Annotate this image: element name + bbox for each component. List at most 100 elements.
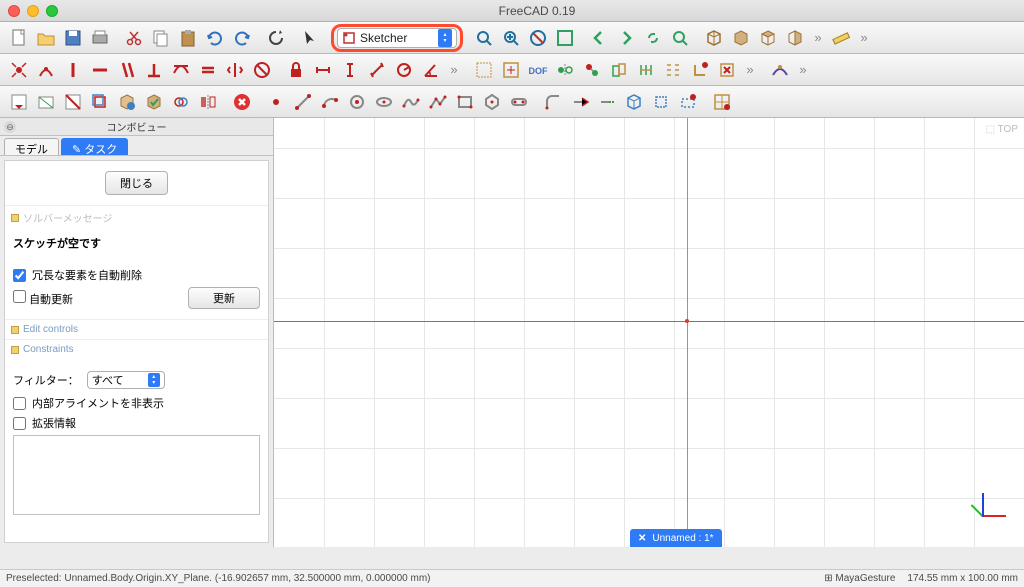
merge-sketch-icon[interactable] [168,89,194,115]
filter-select[interactable]: すべて ▴▾ [87,371,165,389]
move-geom-icon[interactable] [633,57,659,83]
clone-icon[interactable] [579,57,605,83]
constraint-perpendicular-icon[interactable] [141,57,167,83]
view-section-icon[interactable] [60,89,86,115]
open-file-icon[interactable] [33,25,59,51]
minimize-window-button[interactable] [27,5,39,17]
bspline-degree-icon[interactable] [767,57,793,83]
nav-back-icon[interactable] [586,25,612,51]
cursor-icon[interactable] [297,25,323,51]
nav-cube[interactable]: ⬚ TOP [986,124,1018,135]
nav-style[interactable]: ⊞ MayaGesture [824,573,895,584]
tab-task[interactable]: ✎ タスク [61,138,128,155]
create-ellipse-icon[interactable] [371,89,397,115]
constraint-vertical-icon[interactable] [60,57,86,83]
extended-info-checkbox[interactable] [13,417,26,430]
measure-icon[interactable] [828,25,854,51]
undo-icon[interactable] [202,25,228,51]
right-view-icon[interactable] [782,25,808,51]
redo-icon[interactable] [229,25,255,51]
toolbar-overflow-2-icon[interactable]: » [855,25,873,51]
edit-controls-section[interactable]: Edit controls [5,319,268,339]
constraints-section[interactable]: Constraints [5,339,268,359]
reorient-icon[interactable] [114,89,140,115]
paste-icon[interactable] [175,25,201,51]
zoom-in-icon[interactable] [498,25,524,51]
constraint-coincident-icon[interactable] [6,57,32,83]
switch-vspace-icon[interactable] [709,89,735,115]
constraint-distance-x-icon[interactable] [310,57,336,83]
autoupdate-checkbox[interactable] [13,290,26,303]
create-polygon-icon[interactable] [479,89,505,115]
toolbar-overflow-4-icon[interactable]: » [741,57,759,83]
autodelete-checkbox[interactable] [13,269,26,282]
map-sketch-icon[interactable] [87,89,113,115]
maximize-window-button[interactable] [46,5,58,17]
validate-icon[interactable] [141,89,167,115]
search-icon[interactable] [667,25,693,51]
create-line-icon[interactable] [290,89,316,115]
copy-icon[interactable] [148,25,174,51]
constraint-radius-icon[interactable] [391,57,417,83]
save-file-icon[interactable] [60,25,86,51]
create-polyline-icon[interactable] [425,89,451,115]
constraint-symmetric-icon[interactable] [222,57,248,83]
view-sketch-icon[interactable] [33,89,59,115]
remove-axes-icon[interactable] [687,57,713,83]
3d-viewport[interactable]: ⬚ TOP ✕ Unnamed : 1* [274,118,1024,547]
update-button[interactable]: 更新 [188,287,260,309]
carbon-copy-icon[interactable] [648,89,674,115]
constraint-equal-icon[interactable] [195,57,221,83]
nav-forward-icon[interactable] [613,25,639,51]
tab-model[interactable]: モデル [4,138,59,155]
constraint-angle-icon[interactable] [418,57,444,83]
bounding-box-icon[interactable] [552,25,578,51]
front-view-icon[interactable] [728,25,754,51]
link-icon[interactable] [640,25,666,51]
stop-operation-icon[interactable] [229,89,255,115]
select-elements-icon[interactable] [471,57,497,83]
panel-close-icon[interactable]: ⊖ [4,121,16,133]
iso-view-icon[interactable] [701,25,727,51]
toolbar-overflow-icon[interactable]: » [809,25,827,51]
solver-section[interactable]: ソルバーメッセージ [5,205,268,229]
close-tab-icon[interactable]: ✕ [638,533,646,544]
zoom-fit-icon[interactable] [471,25,497,51]
print-icon[interactable] [87,25,113,51]
constraint-point-on-icon[interactable] [33,57,59,83]
mirror-sketch-icon[interactable] [195,89,221,115]
refresh-icon[interactable] [263,25,289,51]
toolbar-overflow-3-icon[interactable]: » [445,57,463,83]
trim-icon[interactable] [567,89,593,115]
constraint-tangent-icon[interactable] [168,57,194,83]
constraint-parallel-icon[interactable] [114,57,140,83]
create-fillet-icon[interactable] [540,89,566,115]
draw-style-icon[interactable] [525,25,551,51]
constraint-horizontal-icon[interactable] [87,57,113,83]
leave-sketch-icon[interactable] [6,89,32,115]
constraint-block-icon[interactable] [249,57,275,83]
close-window-button[interactable] [8,5,20,17]
show-hide-icon[interactable]: DOF [525,57,551,83]
rect-array-icon[interactable] [660,57,686,83]
select-constraints-icon[interactable] [498,57,524,83]
document-tab[interactable]: ✕ Unnamed : 1* [630,529,722,547]
create-bspline-icon[interactable] [398,89,424,115]
close-button[interactable]: 閉じる [105,171,168,195]
constraint-distance-y-icon[interactable] [337,57,363,83]
toolbar-overflow-5-icon[interactable]: » [794,57,812,83]
toggle-construction-icon[interactable] [675,89,701,115]
create-slot-icon[interactable] [506,89,532,115]
new-file-icon[interactable] [6,25,32,51]
hide-internal-checkbox[interactable] [13,397,26,410]
delete-constraints-icon[interactable] [714,57,740,83]
constraint-distance-icon[interactable] [364,57,390,83]
workbench-selector[interactable]: Sketcher ▴▾ [337,28,457,48]
constraint-lock-icon[interactable] [283,57,309,83]
extend-icon[interactable] [594,89,620,115]
constraints-list[interactable] [13,435,260,515]
top-view-icon[interactable] [755,25,781,51]
create-circle-icon[interactable] [344,89,370,115]
create-arc-icon[interactable] [317,89,343,115]
copy-geom-icon[interactable] [606,57,632,83]
